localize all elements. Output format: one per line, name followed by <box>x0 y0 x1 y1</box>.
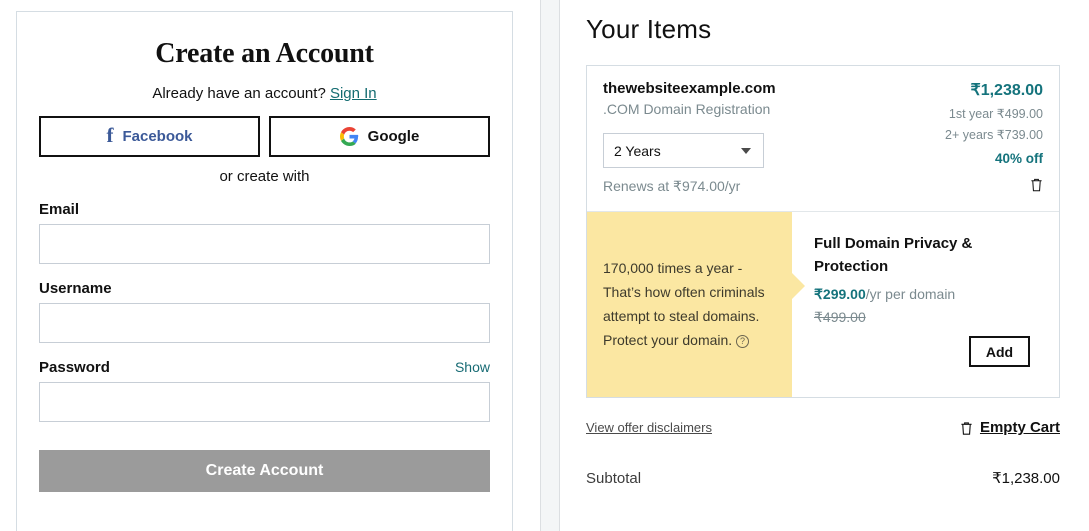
promo-old-price: ₹499.00 <box>814 308 866 325</box>
remove-item-button[interactable] <box>903 177 1043 192</box>
cart-item-card: thewebsiteexample.com .COM Domain Regist… <box>586 65 1060 398</box>
cart-item-description: .COM Domain Registration <box>603 101 771 117</box>
upsell-promo: 170,000 times a year - That’s how often … <box>587 211 1059 397</box>
promo-price-amount: ₹299.00 <box>814 285 866 302</box>
google-login-button[interactable]: Google <box>269 116 490 157</box>
empty-cart-button[interactable]: Empty Cart <box>960 419 1060 436</box>
cart-item-discount-badge: 40% off <box>994 151 1043 166</box>
view-offer-disclaimers-link[interactable]: View offer disclaimers <box>586 420 712 435</box>
sign-in-link[interactable]: Sign In <box>330 85 377 102</box>
cart-item-details: thewebsiteexample.com .COM Domain Regist… <box>603 80 903 195</box>
subtotal-label: Subtotal <box>586 470 642 487</box>
create-account-button[interactable]: Create Account <box>39 450 490 492</box>
promo-title: Full Domain Privacy & Protection <box>814 235 973 276</box>
empty-cart-label: Empty Cart <box>979 419 1060 436</box>
signin-prompt-row: Already have an account? Sign In <box>39 85 490 102</box>
signin-prompt-text: Already have an account? <box>152 85 326 102</box>
page-scrollbar[interactable] <box>540 0 560 531</box>
signup-card: Create an Account Already have an accoun… <box>16 11 513 531</box>
social-login-row: f Facebook Google <box>39 116 490 157</box>
facebook-icon: f <box>106 123 114 147</box>
page-title: Create an Account <box>155 38 374 69</box>
google-login-label: Google <box>367 128 420 145</box>
username-label: Username <box>39 280 112 297</box>
facebook-login-button[interactable]: f Facebook <box>39 116 260 157</box>
password-label-row: Password Show <box>39 359 490 376</box>
google-icon <box>339 127 359 146</box>
cart-column: Your Items thewebsiteexample.com .COM Do… <box>560 0 1089 531</box>
cart-item-domain: thewebsiteexample.com <box>603 80 776 97</box>
add-privacy-button[interactable]: Add <box>969 336 1030 367</box>
cart-actions-row: View offer disclaimers Empty Cart <box>586 419 1060 436</box>
term-length-value: 2 Years <box>614 142 661 159</box>
term-length-select[interactable]: 2 Years <box>603 133 764 168</box>
cart-item-price-year1: 1st year ₹499.00 <box>948 107 1043 121</box>
promo-offer-panel: Full Domain Privacy & Protection ₹299.00… <box>792 212 1059 397</box>
cart-item-pricing: ₹1,238.00 1st year ₹499.00 2+ years ₹739… <box>903 80 1043 195</box>
promo-blurb-panel: 170,000 times a year - That’s how often … <box>587 212 805 397</box>
page-root: Create an Account Already have an accoun… <box>0 0 1089 531</box>
subtotal-value: ₹1,238.00 <box>992 470 1060 487</box>
promo-price-suffix: /yr per domain <box>865 285 956 302</box>
email-label: Email <box>39 201 80 218</box>
email-input[interactable] <box>39 224 490 264</box>
password-label: Password <box>39 359 110 376</box>
password-input[interactable] <box>39 382 490 422</box>
chevron-down-icon <box>741 147 751 154</box>
cart-item-price: ₹1,238.00 <box>970 82 1043 99</box>
signup-column: Create an Account Already have an accoun… <box>0 0 540 531</box>
renewal-note: Renews at ₹974.00/yr <box>603 178 741 194</box>
cart-title: Your Items <box>586 14 712 44</box>
username-input[interactable] <box>39 303 490 343</box>
or-divider-text: or create with <box>219 168 310 185</box>
trash-icon <box>1030 177 1043 192</box>
subtotal-row: Subtotal ₹1,238.00 <box>586 469 1060 487</box>
cart-item-row: thewebsiteexample.com .COM Domain Regist… <box>587 66 1059 211</box>
show-password-toggle[interactable]: Show <box>455 359 490 375</box>
cart-item-price-year2plus: 2+ years ₹739.00 <box>945 128 1043 142</box>
trash-icon <box>960 420 973 436</box>
help-circle-icon[interactable]: ? <box>736 335 750 349</box>
promo-price-row: ₹299.00/yr per domain <box>814 286 1030 303</box>
facebook-login-label: Facebook <box>122 128 193 145</box>
